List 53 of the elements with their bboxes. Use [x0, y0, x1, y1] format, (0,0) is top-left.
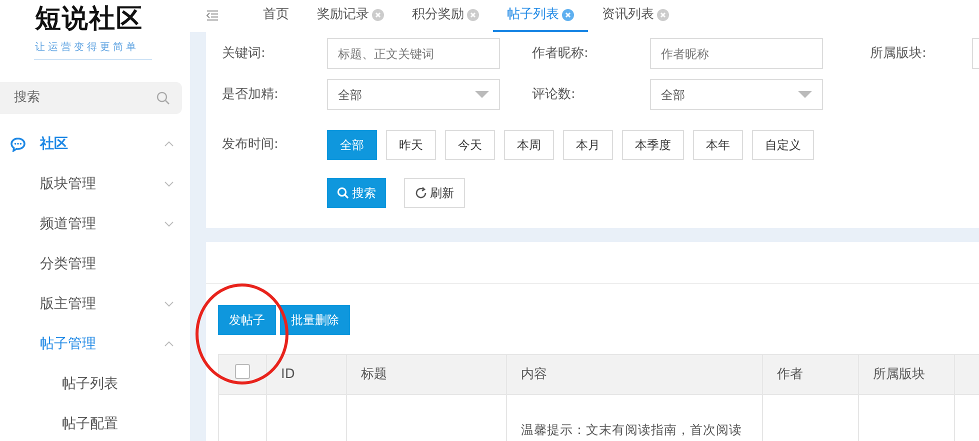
chevron-up-icon — [164, 141, 174, 147]
chevron-up-icon — [164, 341, 174, 347]
menu-item[interactable]: 帖子管理 — [0, 324, 190, 364]
field-label: 是否加精: — [222, 86, 280, 104]
field-label: 发布时间: — [222, 136, 280, 154]
menu-item[interactable]: 分类管理 — [0, 244, 190, 284]
column-header: 标题 — [346, 354, 506, 394]
refresh-button[interactable]: 刷新 — [404, 178, 465, 208]
time-filter-button[interactable]: 昨天 — [386, 130, 436, 160]
menu-item[interactable]: 社区 — [0, 124, 190, 164]
time-filter-button[interactable]: 自定义 — [752, 130, 814, 160]
column-header: 作者 — [762, 354, 858, 394]
chat-bubble-icon — [10, 136, 26, 152]
input-field[interactable]: 标题、正文关键词 — [327, 38, 500, 69]
table-cell: 温馨提示：文末有阅读指南，首次阅读 — [521, 422, 742, 437]
column-header: 所属版块 — [858, 354, 954, 394]
refresh-icon — [415, 187, 427, 199]
field-label: 所属版块: — [870, 44, 928, 63]
chevron-down-icon — [164, 181, 174, 187]
menu-item[interactable]: 版主管理 — [0, 284, 190, 324]
chevron-down-icon — [164, 221, 174, 227]
dropdown[interactable]: 全部 — [327, 79, 500, 110]
menu-item[interactable]: 版块管理 — [0, 164, 190, 204]
field-label: 作者昵称: — [532, 44, 590, 63]
dropdown-arrow-icon — [798, 91, 812, 98]
search-icon — [337, 187, 349, 199]
column-header: 内容 — [506, 354, 762, 394]
time-filter-button[interactable]: 本周 — [504, 130, 554, 160]
tab[interactable]: 首页 — [249, 0, 303, 32]
tab[interactable]: 资讯列表 — [588, 0, 683, 32]
column-header: ID — [266, 354, 346, 394]
search-icon — [156, 91, 170, 105]
search-input[interactable]: 搜索 — [12, 87, 132, 109]
chevron-down-icon — [164, 301, 174, 307]
time-filter-button[interactable]: 本季度 — [622, 130, 684, 160]
menu-item[interactable]: 帖子配置 — [0, 404, 190, 441]
search-field[interactable]: 搜索 — [0, 82, 182, 114]
input-field[interactable]: 作者昵称 — [650, 38, 823, 69]
time-filter-button[interactable]: 今天 — [445, 130, 495, 160]
time-filter-button[interactable]: 本月 — [563, 130, 613, 160]
dropdown-arrow-icon — [475, 91, 489, 98]
menu-item[interactable]: 频道管理 — [0, 204, 190, 244]
field-label: 关键词: — [222, 44, 266, 63]
time-filter-button[interactable]: 本年 — [693, 130, 743, 160]
dropdown[interactable]: 全部 — [650, 79, 823, 110]
menu-item[interactable]: 帖子列表 — [0, 364, 190, 404]
field-label: 评论数: — [532, 86, 576, 104]
collapse-menu-icon[interactable] — [206, 10, 219, 20]
logo-text: 短说社区 — [34, 3, 144, 36]
slogan-text: 让运营变得更简单 — [34, 40, 152, 60]
checkbox[interactable] — [235, 364, 250, 379]
tab[interactable]: 积分奖励 — [398, 0, 493, 32]
tab[interactable]: 奖励记录 — [303, 0, 398, 32]
